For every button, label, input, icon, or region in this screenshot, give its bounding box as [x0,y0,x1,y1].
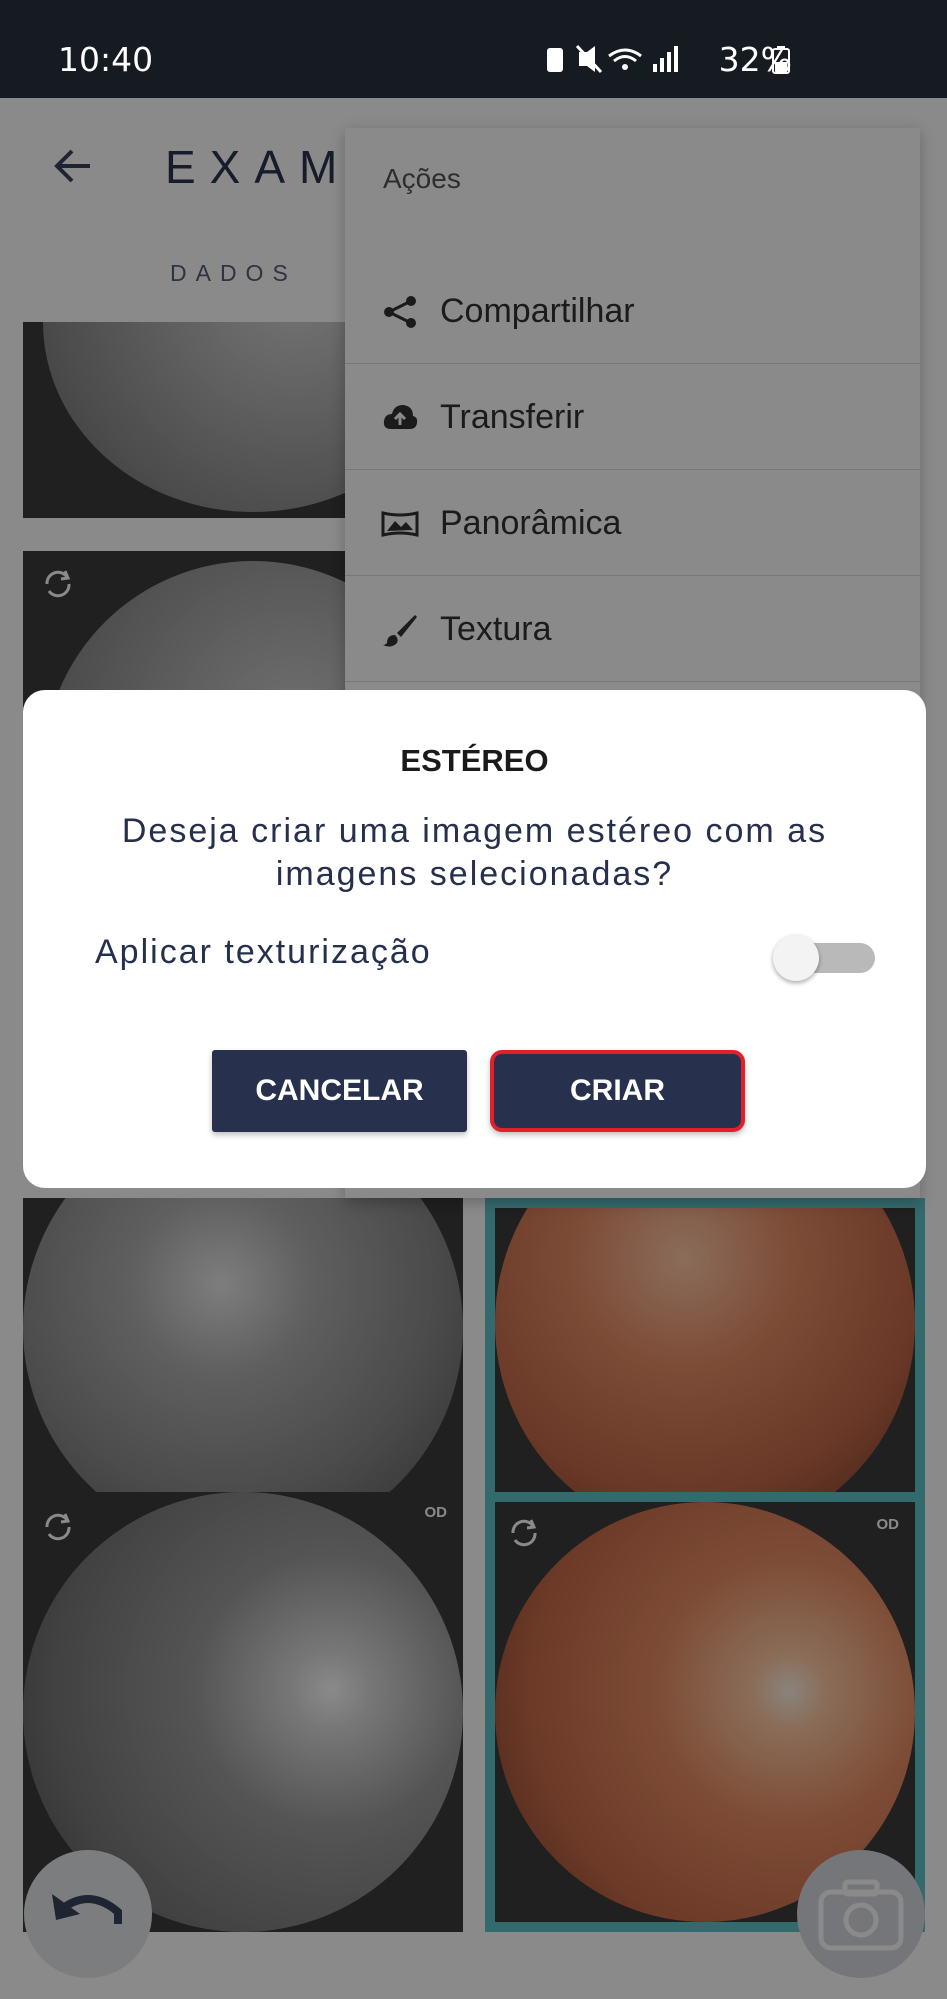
dialog-message: Deseja criar uma imagem estéreo com as i… [121,812,828,893]
texturization-toggle[interactable] [773,935,879,981]
status-time: 10:40 [58,40,154,79]
battery-icon [772,46,790,74]
create-button[interactable]: CRIAR [490,1050,745,1132]
cancel-button[interactable]: CANCELAR [212,1050,467,1132]
stereo-dialog: ESTÉREO Deseja criar uma imagem estéreo … [23,690,926,1188]
texturization-label: Aplicar texturização [95,933,432,971]
toggle-knob [773,935,819,981]
dialog-title: ESTÉREO [400,743,549,778]
status-bar: 10:40 32% [0,0,947,98]
status-icons [547,44,678,74]
